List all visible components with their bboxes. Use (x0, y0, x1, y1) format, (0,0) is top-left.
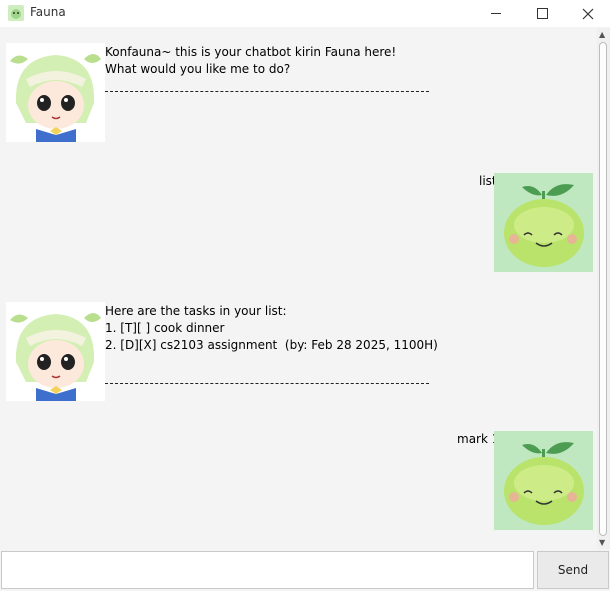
user-avatar (494, 431, 593, 530)
scroll-up-icon[interactable]: ▲ (599, 30, 605, 39)
chat-area: Konfauna~ this is your chatbot kirin Fau… (0, 28, 597, 549)
scrollbar-thumb[interactable] (599, 42, 607, 536)
user-avatar-image (494, 431, 593, 530)
user-avatar (494, 173, 593, 272)
title-bar: Fauna (0, 0, 610, 27)
close-button[interactable] (565, 0, 610, 27)
bot-message-divider (105, 383, 429, 384)
maximize-button[interactable] (519, 0, 565, 27)
send-button[interactable]: Send (537, 551, 609, 589)
bot-message-divider (105, 91, 429, 92)
window-title: Fauna (30, 5, 66, 19)
bot-message-text: Here are the tasks in your list: 1. [T][… (105, 304, 438, 352)
minimize-icon (491, 13, 501, 14)
bot-message-text: Konfauna~ this is your chatbot kirin Fau… (105, 45, 397, 76)
minimize-button[interactable] (473, 0, 519, 27)
bot-avatar (6, 302, 105, 401)
scroll-down-icon[interactable]: ▼ (599, 538, 605, 547)
close-icon (582, 8, 594, 19)
bot-avatar (6, 43, 105, 142)
user-avatar-image (494, 173, 593, 272)
maximize-icon (536, 8, 548, 19)
bot-avatar-image (6, 302, 105, 401)
bot-avatar-image (6, 43, 105, 142)
chat-scrollbar[interactable]: ▲ ▼ (597, 28, 610, 549)
app-icon (8, 5, 24, 21)
message-input[interactable] (1, 551, 534, 589)
